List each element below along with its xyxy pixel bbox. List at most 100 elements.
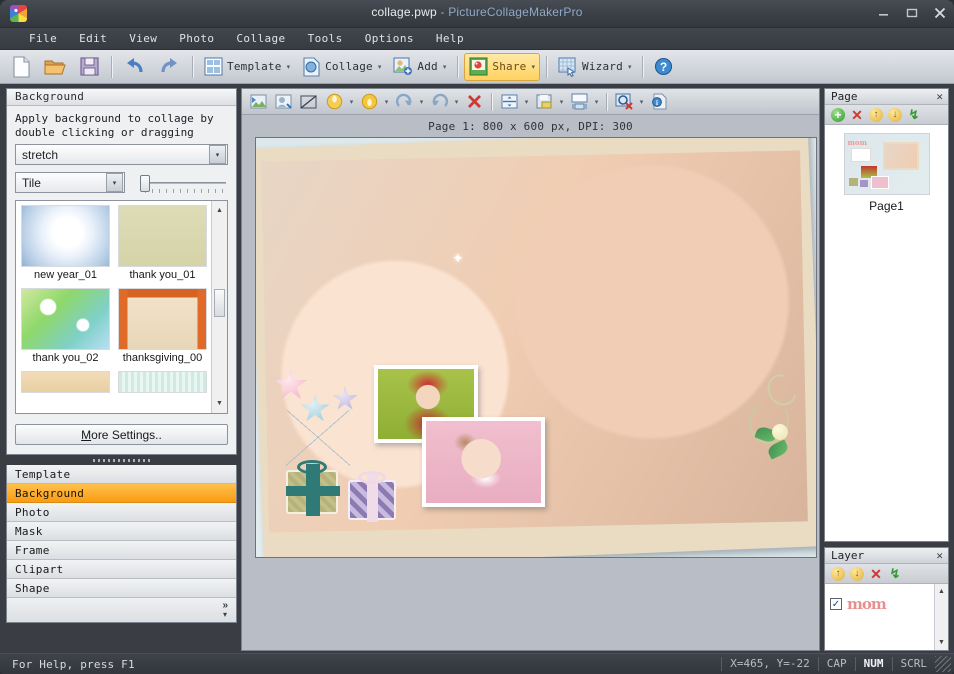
rotate-right-icon[interactable] [392,91,416,113]
category-item-background[interactable]: Background [7,484,236,503]
minimize-icon[interactable] [876,5,892,21]
open-folder-icon[interactable] [39,53,72,81]
close-icon[interactable] [932,5,948,21]
background-thumb-partial-1[interactable] [21,371,110,393]
tile-mode-chevron-down-icon[interactable]: ▾ [106,173,123,192]
remove-photo-icon[interactable] [297,91,321,113]
clipart-purple-gift-box[interactable] [348,480,396,520]
canvas-area[interactable]: mom ✦ [242,137,819,650]
opacity-slider-thumb[interactable] [140,175,150,192]
refresh-layer-icon[interactable]: ↯ [888,567,902,581]
background-list-scroll-up-icon[interactable]: ▲ [212,203,227,218]
maximize-icon[interactable] [904,5,920,21]
rotate-left-icon[interactable] [427,91,451,113]
layer-panel-body[interactable]: ✓ mom ▲ ▼ [825,584,948,650]
collage-chevron-down-icon[interactable]: ▾ [378,63,382,71]
replace-photo-icon[interactable] [247,91,271,113]
menu-item-options[interactable]: Options [354,30,425,47]
tile-mode-select[interactable]: Tile ▾ [15,172,125,193]
layer-list-scroll-up-icon[interactable]: ▲ [935,585,948,598]
resize-grip-icon[interactable] [935,656,951,672]
add-chevron-down-icon[interactable]: ▾ [443,63,447,71]
move-page-down-icon[interactable]: ↓ [888,108,902,122]
category-item-frame[interactable]: Frame [7,541,236,560]
background-thumb-partial-2[interactable] [118,371,207,393]
brightness-down-icon[interactable] [357,91,381,113]
help-question-icon[interactable]: ? [649,53,678,81]
category-item-clipart[interactable]: Clipart [7,560,236,579]
fit-mode-chevron-down-icon[interactable]: ▾ [209,145,226,164]
collage-page[interactable]: mom ✦ [255,137,817,558]
save-disk-icon[interactable] [74,53,105,81]
add-button[interactable]: Add ▾ [388,53,451,81]
menu-item-file[interactable]: File [18,30,68,47]
background-thumb-thanksgiving-00[interactable]: thanksgiving_00 [118,288,207,367]
collage-button[interactable]: Collage ▾ [297,53,386,81]
menu-item-tools[interactable]: Tools [297,30,354,47]
page-panel-body[interactable]: mom Page1 [825,125,948,541]
menu-item-help[interactable]: Help [425,30,475,47]
preview-chevron-down-icon[interactable]: ▾ [637,98,646,106]
template-chevron-down-icon[interactable]: ▾ [287,63,291,71]
background-thumbnail-list[interactable]: new year_01 thank you_01 thank you_02 [15,200,228,414]
menu-item-edit[interactable]: Edit [68,30,118,47]
preview-icon[interactable] [612,91,636,113]
page-size-chevron-down-icon[interactable]: ▾ [592,98,601,106]
menu-item-view[interactable]: View [118,30,168,47]
category-item-photo[interactable]: Photo [7,503,236,522]
new-document-icon[interactable] [6,53,37,81]
delete-red-x-icon[interactable] [462,91,486,113]
undo-arrow-icon[interactable] [118,53,151,81]
align-center-icon[interactable] [497,91,521,113]
save-page-chevron-down-icon[interactable]: ▾ [557,98,566,106]
rotate-right-chevron-down-icon[interactable]: ▾ [417,98,426,106]
page-size-icon[interactable] [567,91,591,113]
brightness-up-chevron-down-icon[interactable]: ▾ [347,98,356,106]
share-button[interactable]: Share ▾ [464,53,540,81]
background-thumb-new-year-01[interactable]: new year_01 [21,205,110,284]
layer-list-scrollbar[interactable]: ▲ ▼ [934,584,948,650]
redo-arrow-icon[interactable] [153,53,186,81]
delete-layer-icon[interactable]: ✕ [869,567,883,581]
menu-item-collage[interactable]: Collage [225,30,296,47]
template-button[interactable]: Template ▾ [199,53,295,81]
align-center-chevron-down-icon[interactable]: ▾ [522,98,531,106]
add-page-icon[interactable]: + [831,108,845,122]
photo-mother-with-infant-large[interactable]: ✦ [256,138,489,306]
edit-photo-icon[interactable] [272,91,296,113]
panel-splitter-grip[interactable] [6,455,237,465]
background-list-scroll-down-icon[interactable]: ▼ [212,396,227,411]
move-layer-down-icon[interactable]: ↓ [850,567,864,581]
save-page-icon[interactable] [532,91,556,113]
layer-visibility-checkbox[interactable]: ✓ [830,598,842,610]
page-panel-close-icon[interactable]: ✕ [936,90,943,104]
wizard-button[interactable]: Wizard ▾ [553,53,636,81]
properties-info-icon[interactable]: i [647,91,671,113]
category-item-template[interactable]: Template [7,465,236,484]
layer-panel-close-icon[interactable]: ✕ [936,549,943,563]
menu-item-photo[interactable]: Photo [168,30,225,47]
category-item-shape[interactable]: Shape [7,579,236,598]
clipart-green-gift-box[interactable] [286,470,338,514]
fit-mode-select[interactable]: stretch ▾ [15,144,228,165]
rotate-left-chevron-down-icon[interactable]: ▾ [452,98,461,106]
refresh-page-icon[interactable]: ↯ [907,108,921,122]
background-list-scroll-thumb[interactable] [214,289,225,317]
delete-page-icon[interactable]: ✕ [850,108,864,122]
move-layer-up-icon[interactable]: ↑ [831,567,845,581]
category-scroll-down-icon[interactable]: ▾ [223,610,227,619]
layer-item-mom-text[interactable]: ✓ mom [825,584,909,616]
wizard-chevron-down-icon[interactable]: ▾ [628,63,632,71]
brightness-up-icon[interactable] [322,91,346,113]
layer-list-scroll-down-icon[interactable]: ▼ [935,636,948,649]
background-list-scrollbar[interactable]: ▲ ▼ [211,201,227,413]
opacity-slider[interactable] [137,173,228,193]
page-thumbnail-page1[interactable]: mom [844,133,930,195]
background-thumb-thank-you-01[interactable]: thank you_01 [118,205,207,284]
category-item-mask[interactable]: Mask [7,522,236,541]
move-page-up-icon[interactable]: ↑ [869,108,883,122]
share-chevron-down-icon[interactable]: ▾ [532,63,536,71]
photo-girl-with-tissue[interactable] [422,417,545,507]
background-thumb-thank-you-02[interactable]: thank you_02 [21,288,110,367]
more-settings-button[interactable]: More Settings.. [15,424,228,445]
